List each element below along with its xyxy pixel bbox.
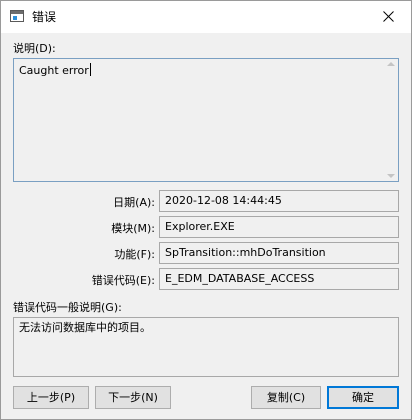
description-text: Caught error bbox=[19, 64, 89, 77]
ok-button[interactable]: 确定 bbox=[327, 386, 399, 409]
function-label: 功能(F): bbox=[114, 248, 155, 261]
app-window-icon bbox=[10, 10, 24, 22]
date-field[interactable]: 2020-12-08 14:44:45 bbox=[159, 190, 399, 212]
scroll-down-arrow-icon[interactable] bbox=[387, 174, 395, 178]
module-label: 模块(M): bbox=[111, 222, 155, 235]
description-label: 说明(D): bbox=[13, 42, 56, 55]
date-label: 日期(A): bbox=[113, 196, 155, 209]
title-bar[interactable]: 错误 bbox=[1, 1, 411, 33]
date-value: 2020-12-08 14:44:45 bbox=[165, 194, 282, 207]
function-field[interactable]: SpTransition::mhDoTransition bbox=[159, 242, 399, 264]
copy-button[interactable]: 复制(C) bbox=[251, 386, 321, 409]
general-description-text: 无法访问数据库中的项目。 bbox=[19, 321, 151, 334]
next-button[interactable]: 下一步(N) bbox=[95, 386, 171, 409]
close-button[interactable] bbox=[365, 1, 411, 32]
error-code-field[interactable]: E_EDM_DATABASE_ACCESS bbox=[159, 268, 399, 290]
description-textarea[interactable]: Caught error bbox=[13, 58, 399, 182]
scroll-up-arrow-icon[interactable] bbox=[387, 62, 395, 66]
module-field[interactable]: Explorer.EXE bbox=[159, 216, 399, 238]
prev-button[interactable]: 上一步(P) bbox=[13, 386, 89, 409]
error-code-value: E_EDM_DATABASE_ACCESS bbox=[165, 272, 315, 285]
window-title: 错误 bbox=[32, 10, 57, 24]
function-value: SpTransition::mhDoTransition bbox=[165, 246, 326, 259]
error-dialog: 错误 说明(D): Caught error 日期(A): 2020-12-08… bbox=[0, 0, 412, 420]
module-value: Explorer.EXE bbox=[165, 220, 235, 233]
general-description-textarea[interactable]: 无法访问数据库中的项目。 bbox=[13, 317, 399, 377]
text-caret bbox=[89, 63, 91, 76]
error-code-label: 错误代码(E): bbox=[91, 274, 155, 287]
general-description-label: 错误代码一般说明(G): bbox=[13, 301, 122, 314]
close-icon bbox=[383, 11, 394, 22]
